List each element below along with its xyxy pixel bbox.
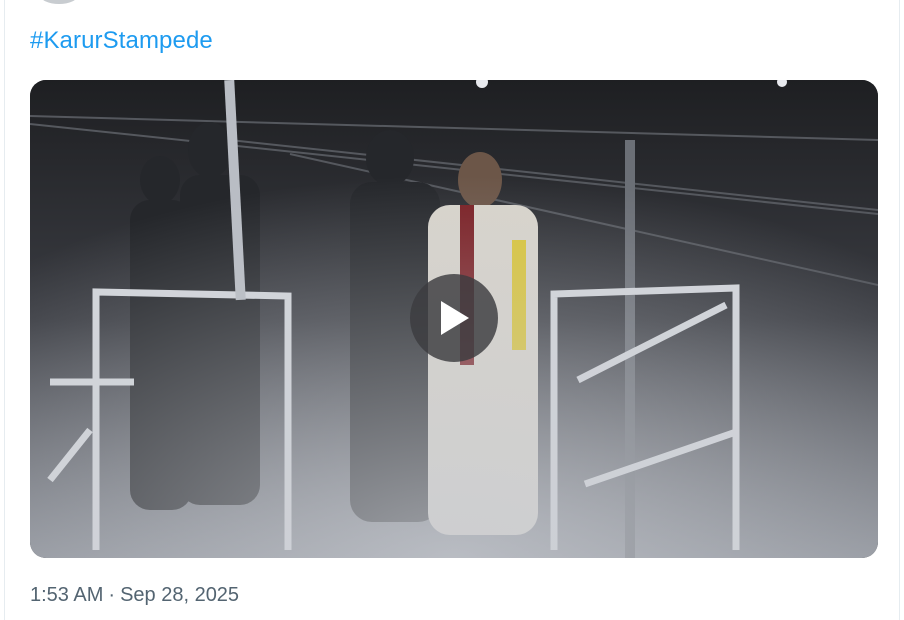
post-time: 1:53 AM bbox=[30, 584, 104, 606]
timestamp[interactable]: 1:53 AM · Sep 28, 2025 bbox=[30, 584, 239, 607]
separator: · bbox=[108, 584, 116, 606]
play-icon bbox=[441, 301, 469, 335]
hashtag-link[interactable]: #KarurStampede bbox=[30, 27, 213, 55]
post-date: Sep 28, 2025 bbox=[120, 584, 240, 606]
video-player[interactable] bbox=[30, 80, 878, 558]
play-button[interactable] bbox=[410, 274, 498, 362]
